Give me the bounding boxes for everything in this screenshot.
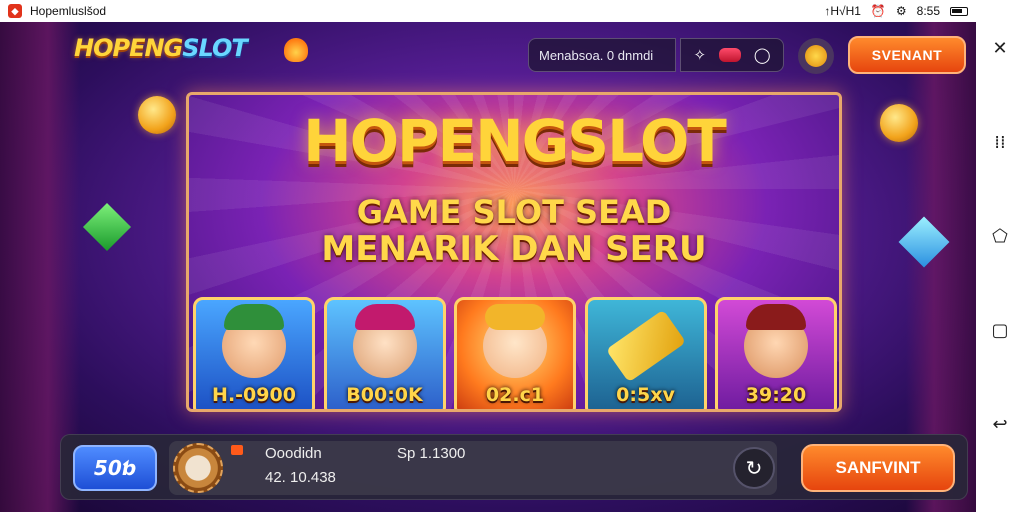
flame-icon[interactable] [284, 38, 308, 62]
badge-icon[interactable] [173, 443, 223, 493]
back-icon[interactable]: ↩ [992, 416, 1007, 434]
hair-icon [485, 304, 545, 330]
location-icon[interactable]: ◯ [754, 46, 771, 64]
player-credit: Sp 1.1300 [397, 445, 466, 462]
alarm-icon: ⏰ [870, 4, 886, 18]
flag-icon [231, 445, 243, 455]
status-right: ↑H√H1 ⏰ ⚙ 8:55 [824, 4, 968, 18]
game-card[interactable]: 39:20 [715, 297, 837, 409]
gem-icon[interactable] [718, 48, 741, 62]
hat-icon [746, 304, 806, 330]
hat-icon [224, 304, 284, 330]
recents-icon[interactable]: ▢ [991, 322, 1008, 340]
avatar-icon [805, 45, 827, 67]
app-logo[interactable]: HOPENGSLOT [74, 34, 248, 62]
game-card-value: 0:5хv [616, 384, 675, 406]
app-icon: ◆ [8, 4, 22, 18]
battery-icon [950, 6, 968, 16]
bottom-cta-button[interactable]: SANFVINT [801, 444, 955, 492]
screenshot-icon[interactable]: ⬠ [992, 228, 1008, 246]
search-text: Menabsoa. 0 dnmdi [539, 47, 654, 63]
status-text: ↑H√H1 [824, 4, 861, 18]
coin-icon [880, 104, 918, 142]
settings-icon: ⚙ [895, 4, 907, 18]
top-cta-button[interactable]: SVENANT [848, 36, 966, 74]
header-tools: ✧ ◯ [680, 38, 784, 72]
game-card-value: 02.c1 [485, 384, 545, 406]
promo-banner[interactable]: HOPENGSLOT GAME SLOT SEAD MENARIK DAN SE… [186, 92, 842, 412]
game-card[interactable]: H.-0900 [193, 297, 315, 409]
player-balance: 42. 10.438 [265, 469, 336, 486]
game-card-value: 39:20 [745, 384, 807, 406]
game-cards: H.-0900 B00:0K 02.c1 0:5хv 39:20 [193, 297, 837, 409]
profile-button[interactable] [798, 38, 834, 74]
search-field[interactable]: Menabsoa. 0 dnmdi [528, 38, 676, 72]
refresh-button[interactable]: ↻ [733, 447, 775, 489]
gold-bar-icon [605, 309, 686, 383]
logo-text-2: SLOT [182, 34, 247, 62]
player-name: Ooodidn [265, 445, 322, 462]
game-card[interactable]: B00:0K [323, 297, 446, 409]
game-card-value: H.-0900 [212, 384, 296, 406]
clock: 8:55 [916, 4, 940, 18]
game-card-value: B00:0K [346, 384, 423, 406]
system-nav-bar: ✕ ⁞⁞ ⬠ ▢ ↩ [976, 0, 1024, 512]
app-title: Hopemluslšod [30, 4, 107, 18]
balance-panel [169, 441, 777, 495]
coin-icon [138, 96, 176, 134]
game-card[interactable]: 0:5хv [584, 297, 707, 409]
status-bar: ◆ Hopemluslšod ↑H√H1 ⏰ ⚙ 8:55 [0, 0, 976, 22]
banner-subtitle-1: GAME SLOT SEAD [356, 193, 672, 231]
banner-title: HOPENGSLOT [303, 107, 727, 175]
close-icon[interactable]: ✕ [992, 40, 1007, 58]
deposit-button[interactable]: 50ƅ [73, 445, 157, 491]
game-card[interactable]: 02.c1 [454, 297, 576, 409]
gem-icon [82, 202, 132, 252]
banner-subtitle-2: MENARIK DAN SERU [321, 229, 707, 269]
pin-icon[interactable]: ✧ [693, 46, 706, 64]
refresh-icon: ↻ [745, 456, 763, 480]
bottom-bar: 50ƅ Ooodidn 42. 10.438 Sp 1.1300 ↻ SANFV… [60, 434, 968, 500]
logo-text-1: HOPENG [74, 34, 183, 62]
hat-icon [354, 304, 415, 330]
more-icon[interactable]: ⁞⁞ [994, 134, 1005, 152]
